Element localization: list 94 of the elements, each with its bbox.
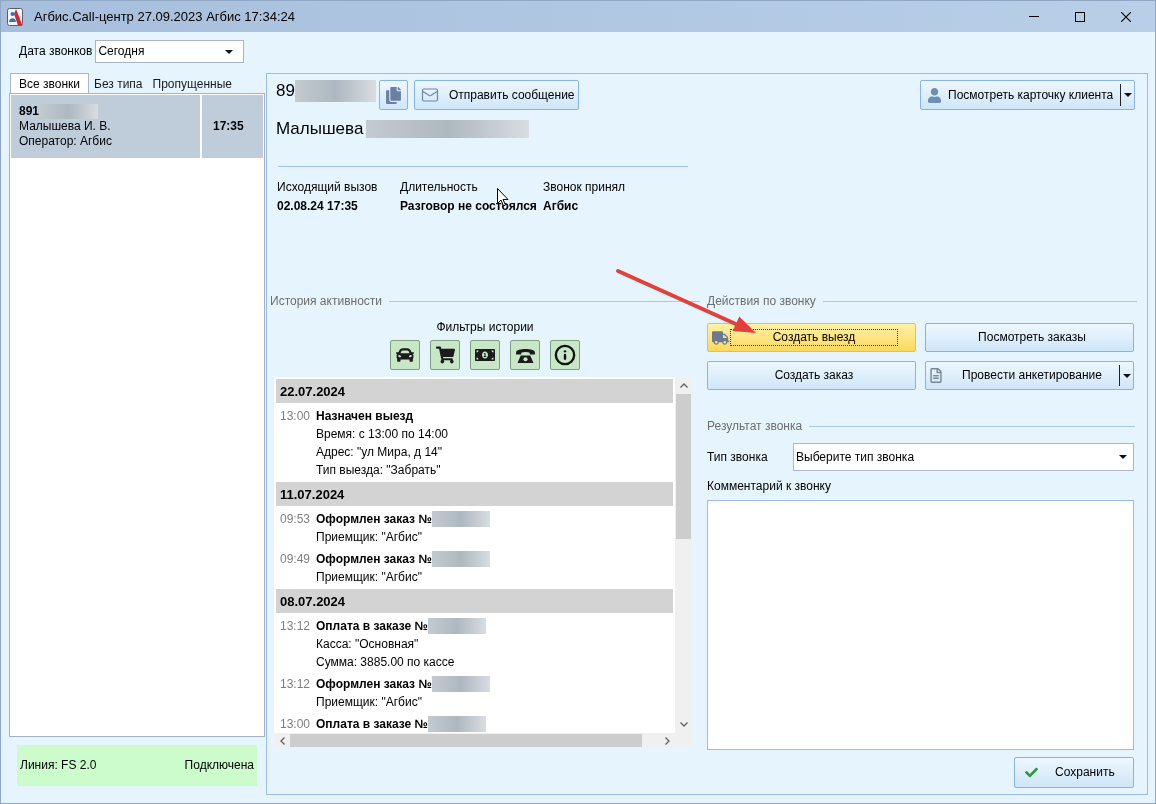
call-tab[interactable]: Без типа <box>89 75 148 93</box>
history-time: 13:12 <box>280 676 311 692</box>
history-time: 13:12 <box>280 618 311 634</box>
history-time: 09:53 <box>280 511 311 527</box>
date-filter-dropdown[interactable]: Сегодня <box>95 40 245 63</box>
history-filter-button[interactable] <box>390 340 420 370</box>
copy-button[interactable] <box>378 80 408 110</box>
caller-phone: 891 <box>19 104 40 119</box>
car-icon <box>395 346 415 364</box>
line-state: Подключена <box>184 758 254 773</box>
caret-down-icon <box>1119 455 1127 459</box>
telephone-icon <box>515 347 535 363</box>
call-list-item[interactable]: 891 Малышева И. В. Оператор: Агбис 17:35 <box>11 95 263 158</box>
caret-down-icon <box>1122 373 1131 378</box>
history-filter-button[interactable] <box>430 340 460 370</box>
call-type-label: Тип звонка <box>707 449 768 465</box>
comment-field[interactable] <box>707 500 1134 750</box>
person-icon <box>928 87 941 103</box>
history-filter-button[interactable] <box>510 340 540 370</box>
history-date-header: 11.07.2024 <box>276 482 673 506</box>
history-filter-button[interactable] <box>550 340 580 370</box>
call-detail-value: Агбис <box>543 199 579 214</box>
call-detail-value: Разговор не состоялся <box>400 199 537 214</box>
scrollbar-thumb[interactable] <box>290 734 642 747</box>
chevron-left-icon <box>279 736 285 745</box>
result-section-title: Результат звонка <box>707 419 803 433</box>
client-phone: 89 <box>276 80 295 102</box>
envelope-icon <box>419 86 440 104</box>
window-title: Агбис.Call-центр 27.09.2023 Агбис 17:34:24 <box>34 7 295 26</box>
dropdown-toggle[interactable] <box>1120 84 1134 106</box>
actions-section-title: Действия по звонку <box>707 294 816 308</box>
dropdown-toggle[interactable] <box>1119 365 1133 386</box>
copy-icon <box>385 86 401 104</box>
history-event-title: Оплата в заказе № <box>316 716 428 732</box>
app-logo-icon <box>7 7 23 26</box>
history-event-detail: Приемщик: "Агбис" <box>316 529 422 545</box>
call-type-dropdown[interactable]: Выберите тип звонка <box>793 443 1134 471</box>
call-time: 17:35 <box>213 119 244 134</box>
close-icon <box>1121 11 1131 22</box>
client-card-button[interactable]: Посмотреть карточку клиента <box>920 80 1135 110</box>
maximize-icon <box>1075 11 1085 22</box>
call-tab[interactable]: Пропущенные <box>147 75 237 93</box>
client-name: Малышева <box>276 119 364 139</box>
history-event-detail: Сумма: 3885.00 по кассе <box>316 654 455 670</box>
history-date-header: 22.07.2024 <box>276 379 673 403</box>
scrollbar-thumb[interactable] <box>676 394 691 539</box>
history-event-detail: Время: с 13:00 по 14:00 <box>316 426 448 442</box>
history-time: 09:49 <box>280 551 311 567</box>
caret-down-icon <box>225 49 234 54</box>
document-icon <box>930 368 942 383</box>
action-button[interactable]: Посмотреть заказы <box>925 323 1134 352</box>
history-time: 13:00 <box>280 716 311 732</box>
history-time: 13:00 <box>280 408 311 424</box>
chevron-down-icon <box>679 722 688 727</box>
call-detail-label: Исходящий вызов <box>277 180 378 195</box>
chevron-right-icon <box>664 736 670 745</box>
action-button[interactable]: Создать выезд <box>707 323 916 352</box>
history-filter-button[interactable] <box>470 340 500 370</box>
line-name: Линия: FS 2.0 <box>20 758 97 773</box>
send-message-button[interactable]: Отправить сообщение <box>413 80 579 110</box>
caller-name: Малышева И. В. <box>19 119 112 134</box>
save-button[interactable]: Сохранить <box>1014 757 1134 788</box>
history-event-title: Оформлен заказ № <box>316 676 432 692</box>
action-button[interactable]: Создать заказ <box>707 361 916 390</box>
cart-icon <box>435 346 455 364</box>
chevron-up-icon <box>679 383 688 388</box>
banknote-icon <box>475 347 495 363</box>
checkmark-icon <box>1024 766 1039 779</box>
call-tab[interactable]: Все звонки <box>10 73 89 93</box>
history-event-title: Оформлен заказ № <box>316 551 432 567</box>
history-event-title: Назначен выезд <box>316 408 414 424</box>
history-date-header: 08.07.2024 <box>276 589 673 613</box>
history-event-detail: Адрес: "ул Мира, д 14" <box>316 444 442 460</box>
history-event-detail: Касса: "Основная" <box>316 636 419 652</box>
action-button[interactable]: Провести анкетирование <box>925 361 1134 390</box>
history-section-title: История активности <box>270 294 382 308</box>
vertical-scrollbar[interactable] <box>675 377 692 733</box>
comment-label: Комментарий к звонку <box>707 479 831 494</box>
history-filters-title: Фильтры истории <box>436 320 534 335</box>
history-event-detail: Приемщик: "Агбис" <box>316 569 422 585</box>
call-detail-label: Звонок принял <box>543 180 626 195</box>
history-event-detail: Приемщик: "Агбис" <box>316 694 422 710</box>
date-filter-label: Дата звонков <box>19 44 93 59</box>
call-detail-label: Длительность <box>400 180 478 195</box>
history-event-title: Оформлен заказ № <box>316 511 432 527</box>
call-detail-value: 02.08.24 17:35 <box>277 199 358 214</box>
truck-icon <box>712 330 729 345</box>
operator-name: Оператор: Агбис <box>19 134 113 149</box>
info-icon <box>554 344 576 366</box>
minimize-icon <box>1029 16 1039 17</box>
horizontal-scrollbar[interactable] <box>274 733 692 748</box>
caret-down-icon <box>1123 93 1132 97</box>
history-event-title: Оплата в заказе № <box>316 618 428 634</box>
history-event-detail: Тип выезда: "Забрать" <box>316 462 441 478</box>
